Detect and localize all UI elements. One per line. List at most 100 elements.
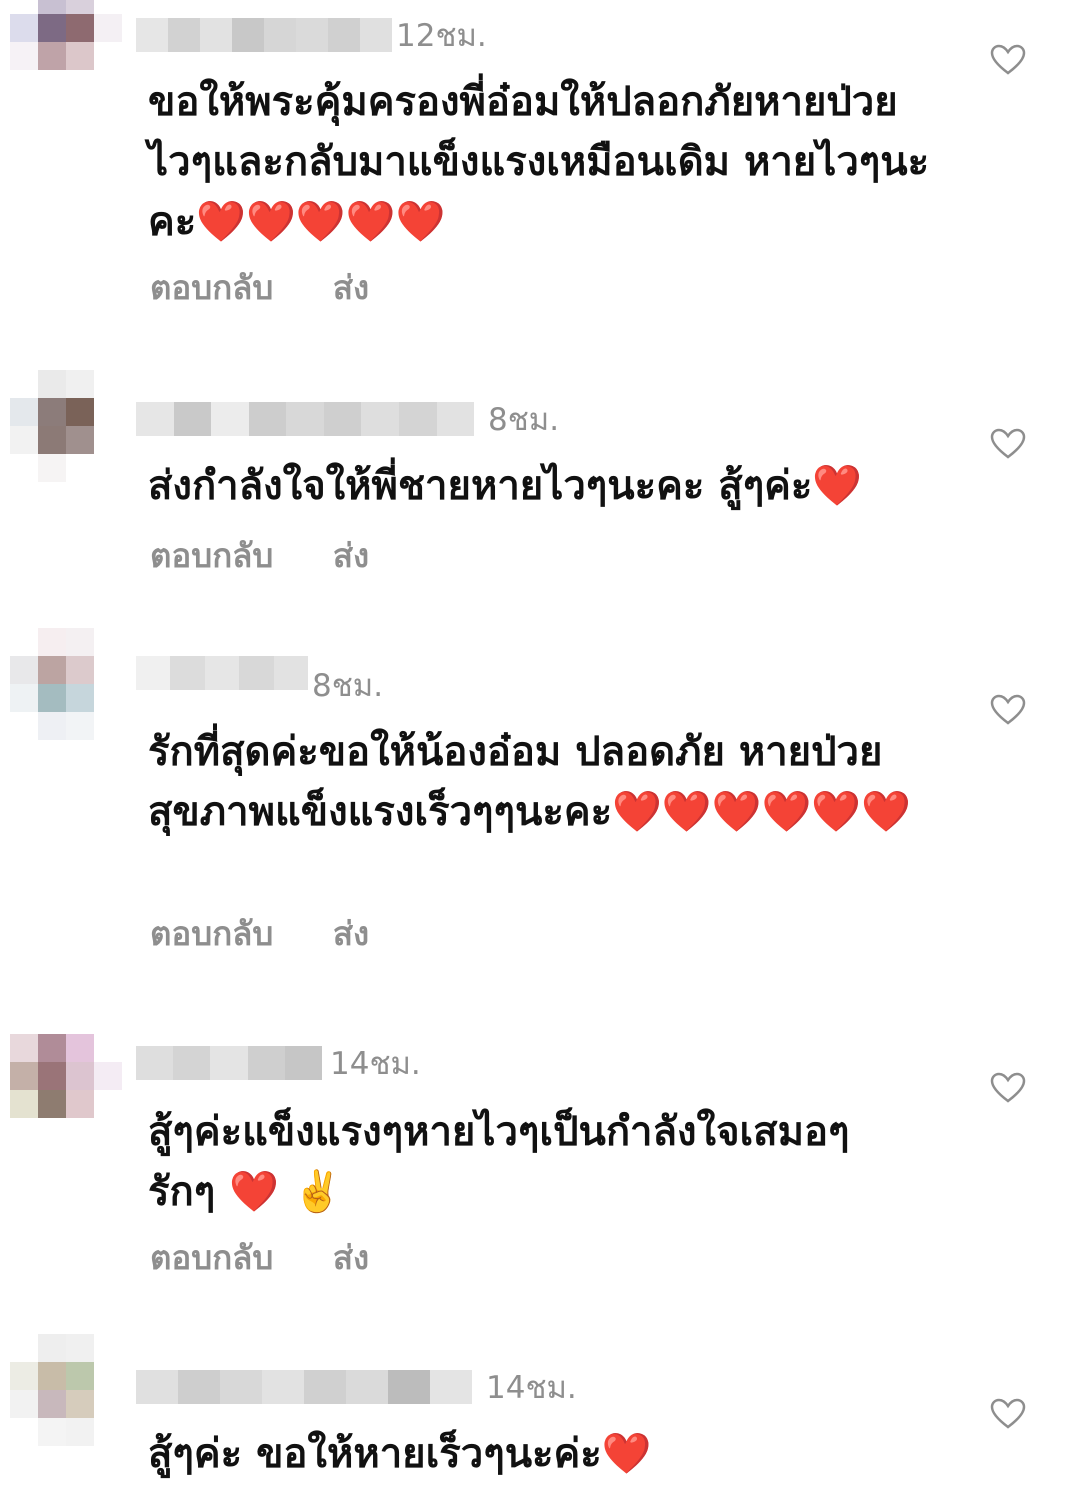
username-blur-block: [173, 402, 212, 436]
comment-timestamp: 8ชม.: [488, 402, 560, 438]
avatar-pixel: [94, 684, 122, 712]
like-heart-icon[interactable]: [990, 428, 1026, 460]
comment-text: ส่งกำลังใจให้พี่ชายหายไวๆนะคะ สู้ๆค่ะ❤️: [148, 463, 863, 509]
avatar-pixel: [10, 1118, 38, 1146]
avatar-pixel: [94, 0, 122, 14]
avatar[interactable]: [10, 0, 122, 98]
avatar-pixel: [10, 1362, 38, 1390]
reply-button[interactable]: ตอบกลับ: [150, 534, 273, 578]
username-blur-block: [211, 402, 249, 436]
username-blur-block: [232, 18, 264, 52]
avatar-pixel: [94, 1062, 122, 1090]
avatar-pixel: [38, 0, 66, 14]
avatar-pixel: [94, 1034, 122, 1062]
like-heart-icon[interactable]: [990, 694, 1026, 726]
avatar-pixel: [66, 1390, 94, 1418]
avatar-pixel: [38, 454, 66, 482]
comment-text: สู้ๆค่ะแข็งแรงๆหายไวๆเป็นกำลังใจเสมอๆ รั…: [148, 1109, 850, 1215]
like-heart-icon[interactable]: [990, 1398, 1026, 1430]
avatar-pixel: [38, 426, 66, 454]
avatar-pixel: [38, 656, 66, 684]
avatar-pixel: [10, 0, 38, 14]
avatar[interactable]: [10, 628, 122, 740]
reply-button[interactable]: ตอบกลับ: [150, 1236, 273, 1280]
username-blurred[interactable]: [136, 656, 309, 690]
avatar-pixel: [38, 1390, 66, 1418]
avatar-pixel: [10, 1034, 38, 1062]
username-blurred[interactable]: [136, 402, 475, 436]
avatar-pixel: [10, 656, 38, 684]
username-blur-block: [262, 1370, 304, 1404]
comment-actions: ตอบกลับ ส่ง: [150, 1236, 369, 1280]
avatar-pixel: [66, 656, 94, 684]
username-blurred[interactable]: [136, 1370, 472, 1404]
avatar-pixel: [66, 426, 94, 454]
avatar-pixel: [94, 1334, 122, 1362]
avatar-pixel: [94, 370, 122, 398]
comment-timestamp: 8ชม.: [312, 668, 384, 704]
avatar-pixel: [10, 454, 38, 482]
avatar-pixel: [66, 0, 94, 14]
avatar-pixel: [10, 426, 38, 454]
comment-actions: ตอบกลับ ส่ง: [150, 912, 369, 956]
username-blur-block: [136, 1046, 174, 1080]
avatar-pixel: [94, 1118, 122, 1146]
comment-text: ขอให้พระคุ้มครองพี่อ๋อมให้ปลอกภัยหายป่วย…: [148, 79, 930, 245]
username-blur-block: [296, 18, 328, 52]
username-blur-block: [173, 1046, 211, 1080]
avatar-pixel: [10, 70, 38, 98]
avatar-pixel: [66, 14, 94, 42]
avatar-pixel: [10, 1390, 38, 1418]
avatar-pixel: [38, 684, 66, 712]
username-blur-block: [168, 18, 200, 52]
avatar-pixel: [38, 398, 66, 426]
like-heart-icon[interactable]: [990, 1072, 1026, 1104]
reply-button[interactable]: ตอบกลับ: [150, 912, 273, 956]
avatar-pixel: [66, 1362, 94, 1390]
send-button[interactable]: ส่ง: [333, 1236, 369, 1280]
avatar-pixel: [94, 1362, 122, 1390]
username-blur-block: [136, 656, 171, 690]
username-blurred[interactable]: [136, 18, 392, 52]
avatar-pixel: [66, 628, 94, 656]
avatar-pixel: [38, 1362, 66, 1390]
send-button[interactable]: ส่ง: [333, 266, 369, 310]
avatar-pixel: [94, 628, 122, 656]
avatar-pixel: [66, 684, 94, 712]
comment-timestamp: 14ชม.: [330, 1046, 421, 1082]
avatar[interactable]: [10, 1034, 122, 1146]
username-blur-block: [388, 1370, 430, 1404]
send-button[interactable]: ส่ง: [333, 534, 369, 578]
comment-actions: ตอบกลับ ส่ง: [150, 266, 369, 310]
avatar-pixel: [38, 1062, 66, 1090]
reply-button[interactable]: ตอบกลับ: [150, 266, 273, 310]
comment-text: สู้ๆค่ะ ขอให้หายเร็วๆนะค่ะ❤️: [148, 1431, 652, 1477]
avatar-pixel: [66, 1118, 94, 1146]
avatar-pixel: [94, 712, 122, 740]
avatar-pixel: [10, 1418, 38, 1446]
avatar-pixel: [38, 70, 66, 98]
avatar-pixel: [38, 370, 66, 398]
avatar-pixel: [38, 628, 66, 656]
username-blurred[interactable]: [136, 1046, 323, 1080]
username-blur-block: [346, 1370, 388, 1404]
avatar[interactable]: [10, 370, 122, 482]
username-blur-block: [360, 18, 392, 52]
username-blur-block: [200, 18, 232, 52]
avatar-pixel: [94, 398, 122, 426]
username-blur-block: [264, 18, 296, 52]
avatar-pixel: [38, 1034, 66, 1062]
avatar-pixel: [66, 1034, 94, 1062]
avatar-pixel: [94, 1418, 122, 1446]
username-blur-block: [436, 402, 475, 436]
avatar-pixel: [66, 398, 94, 426]
send-button[interactable]: ส่ง: [333, 912, 369, 956]
avatar[interactable]: [10, 1334, 122, 1446]
avatar-pixel: [94, 70, 122, 98]
avatar-pixel: [66, 712, 94, 740]
username-blur-block: [136, 1370, 178, 1404]
username-blur-block: [323, 402, 362, 436]
avatar-pixel: [10, 14, 38, 42]
username-blur-block: [248, 402, 287, 436]
like-heart-icon[interactable]: [990, 44, 1026, 76]
